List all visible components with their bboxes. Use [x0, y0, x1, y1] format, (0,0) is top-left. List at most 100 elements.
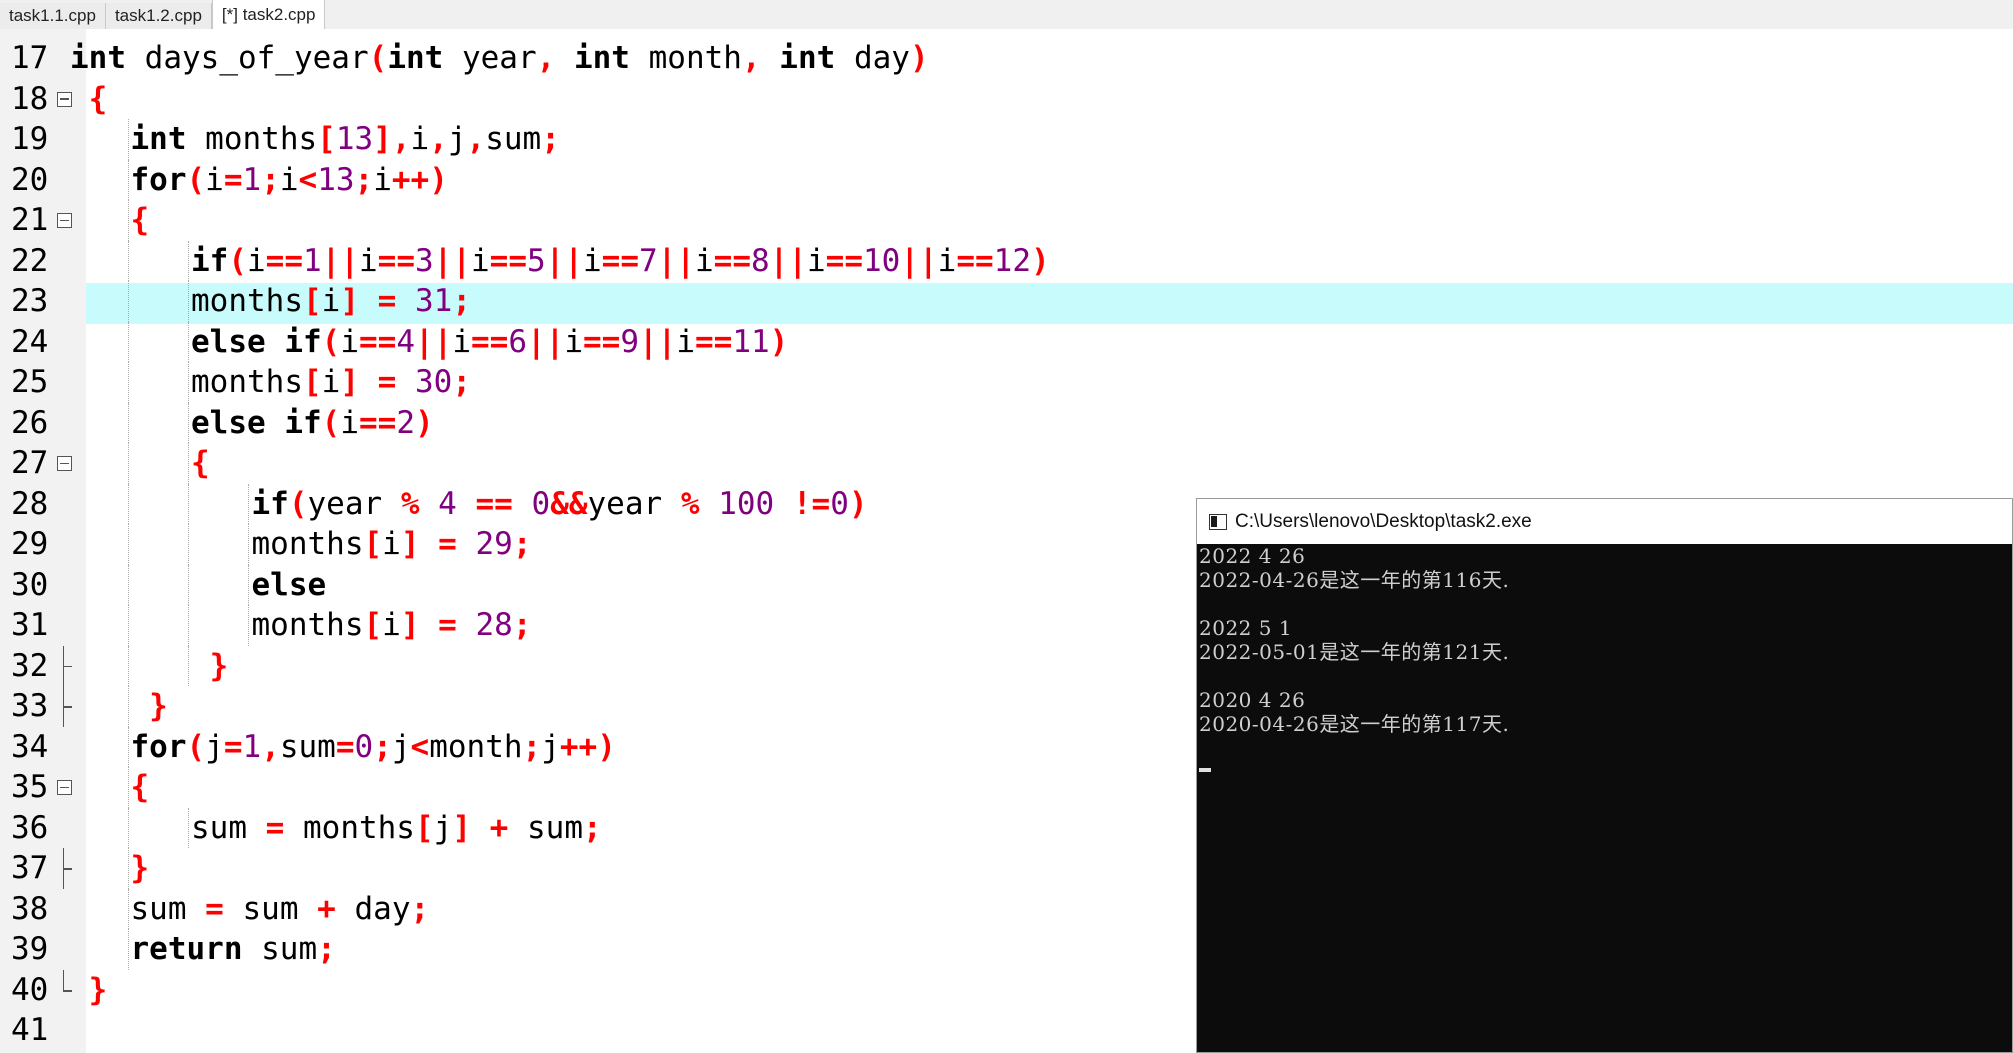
fold-collapse-icon[interactable]: [57, 213, 72, 228]
code-token: =: [438, 607, 457, 643]
console-output-line: 2022 5 1: [1199, 616, 1293, 640]
code-token: 11: [732, 323, 770, 360]
code-line-26[interactable]: 26 else if(i==2): [0, 402, 2013, 443]
code-text: if(i==1||i==3||i==5||i==7||i==8||i==10||…: [191, 241, 1050, 282]
indent-guide: [128, 159, 129, 200]
fold-guide-icon: [63, 645, 80, 686]
code-token: ||: [545, 242, 583, 279]
code-token: ): [769, 323, 789, 360]
code-token: ==: [583, 323, 621, 360]
code-token: 28: [475, 607, 513, 643]
indent-guide: [188, 524, 189, 565]
indent-guide: [128, 443, 129, 484]
code-token: =: [377, 364, 397, 400]
code-line-23[interactable]: 23 months[i] = 31;: [0, 281, 2013, 324]
code-token: ;: [583, 809, 602, 846]
code-token: i: [937, 242, 957, 279]
console-window[interactable]: C:\Users\lenovo\Desktop\task2.exe 2022 4…: [1196, 498, 2013, 1053]
console-output-line: 2020 4 26: [1199, 688, 1306, 712]
indent-guide: [128, 807, 129, 848]
code-token: (: [321, 323, 341, 360]
code-token: j: [447, 121, 467, 157]
code-line-19[interactable]: 19 int months[13],i,j,sum;: [0, 119, 2013, 160]
indent-guide: [128, 767, 129, 808]
code-token: =: [438, 526, 457, 562]
tab-task1-2-cpp[interactable]: task1.2.cpp: [105, 3, 212, 29]
indent-guide: [128, 321, 129, 362]
code-text: else: [252, 565, 327, 606]
code-token: int: [387, 40, 444, 76]
code-line-22[interactable]: 22 if(i==1||i==3||i==5||i==7||i==8||i==10…: [0, 240, 2013, 282]
code-token: months: [251, 607, 364, 643]
line-number: 27: [11, 445, 49, 481]
code-token: ,: [741, 40, 780, 76]
code-token: for: [130, 728, 187, 765]
fold-collapse-icon[interactable]: [57, 456, 72, 471]
line-number: 38: [11, 890, 49, 927]
code-text: {: [131, 767, 150, 808]
code-token: j: [205, 728, 224, 765]
code-token: {: [70, 80, 108, 117]
console-app-icon: [1209, 513, 1227, 530]
code-token: =: [223, 161, 243, 198]
code-token: ==: [265, 242, 303, 279]
code-token: 4: [396, 323, 415, 360]
code-token: ++): [559, 728, 616, 765]
code-line-27[interactable]: 27 {: [0, 443, 2013, 484]
code-line-21[interactable]: 21 {: [0, 200, 2013, 241]
code-token: ]: [373, 121, 392, 157]
code-token: month: [629, 40, 742, 76]
console-output-line: 2020-04-26是这一年的第117天.: [1199, 712, 1510, 736]
code-token: (: [288, 485, 308, 522]
tab-task2-cpp[interactable]: [*] task2.cpp: [211, 0, 326, 29]
code-token: ,: [429, 121, 448, 157]
code-token: int: [573, 40, 630, 76]
line-number: 28: [11, 485, 49, 522]
line-number: 17: [11, 40, 49, 76]
code-token: else if: [191, 323, 322, 360]
code-token: ||: [900, 242, 938, 279]
code-token: ;: [410, 890, 430, 927]
code-token: 0: [830, 485, 849, 522]
tab-task1-1-cpp[interactable]: task1.1.cpp: [0, 3, 106, 29]
code-token: 5: [527, 242, 546, 279]
code-line-24[interactable]: 24 else if(i==4||i==6||i==9||i==11): [0, 321, 2013, 362]
line-number: 24: [11, 323, 49, 360]
code-token: else if: [191, 404, 322, 441]
code-line-17[interactable]: 17 int days_of_year(int year, int month, …: [0, 38, 2013, 79]
code-token: ==: [377, 242, 415, 279]
indent-guide: [188, 645, 189, 686]
editor-tab-bar: task1.1.cpp task1.2.cpp [*] task2.cpp: [0, 0, 2013, 30]
code-token: [: [302, 283, 322, 319]
code-token: months: [186, 121, 318, 157]
code-token: if: [251, 485, 289, 522]
code-token: 13: [335, 121, 374, 157]
code-token: i: [359, 242, 378, 279]
code-token: !=: [792, 485, 831, 522]
code-line-25[interactable]: 25 months[i] = 30;: [0, 362, 2013, 403]
code-token: ): [848, 485, 868, 522]
code-token: ==: [601, 242, 639, 279]
console-output[interactable]: 2022 4 26 2022-04-26是这一年的第116天. 2022 5 1 20…: [1199, 544, 2012, 1052]
line-number: 32: [11, 647, 49, 684]
code-text: {: [70, 79, 108, 120]
code-token: ]: [400, 526, 420, 562]
line-number: 30: [11, 566, 49, 603]
code-token: i: [373, 161, 392, 198]
code-token: ==: [359, 404, 397, 441]
code-token: day: [835, 40, 910, 76]
code-token: year: [307, 485, 401, 522]
code-token: 9: [620, 323, 639, 360]
code-line-18[interactable]: 18 {: [0, 79, 2013, 120]
fold-collapse-icon[interactable]: [57, 780, 72, 795]
code-text: for(j=1,sum=0;j<month;j++): [131, 727, 616, 768]
code-line-20[interactable]: 20 for(i=1;i<13;i++): [0, 159, 2013, 200]
indent-guide: [128, 564, 129, 605]
line-number: 37: [11, 850, 49, 886]
console-title-bar[interactable]: C:\Users\lenovo\Desktop\task2.exe: [1197, 499, 2012, 544]
code-token: ;: [541, 121, 560, 157]
indent-guide: [248, 605, 249, 646]
